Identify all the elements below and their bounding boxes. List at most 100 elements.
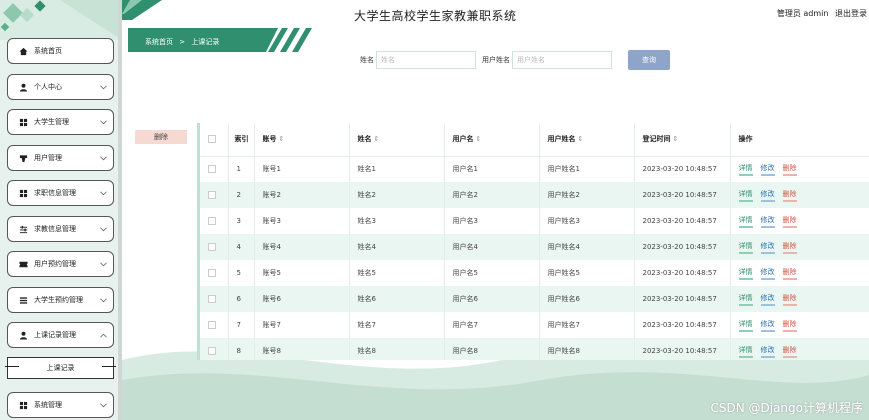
column-header-name[interactable]: 姓名 ⇕ xyxy=(349,123,445,157)
cell-account: 账号2 xyxy=(254,182,350,208)
row-checkbox[interactable] xyxy=(208,191,216,199)
edit-button[interactable]: 修改 xyxy=(760,345,775,358)
delete-button[interactable]: 删除 xyxy=(782,293,797,306)
list-icon xyxy=(18,295,28,305)
person-icon xyxy=(18,330,28,340)
chevron-down-icon xyxy=(99,118,107,126)
row-select-cell[interactable] xyxy=(200,234,229,260)
home-icon xyxy=(18,46,28,56)
detail-button[interactable]: 详情 xyxy=(738,293,753,306)
grid-icon xyxy=(18,117,28,127)
sidebar-item-4[interactable]: 用户管理 xyxy=(7,145,114,171)
row-select-cell[interactable] xyxy=(200,286,229,312)
cell-user-fullname: 用户姓名2 xyxy=(539,182,635,208)
edit-button[interactable]: 修改 xyxy=(760,241,775,254)
edit-button[interactable]: 修改 xyxy=(760,163,775,176)
delete-button[interactable]: 删除 xyxy=(782,215,797,228)
edit-button[interactable]: 修改 xyxy=(760,293,775,306)
sidebar-item-9[interactable]: 上课记录管理 xyxy=(7,322,114,348)
edit-button[interactable]: 修改 xyxy=(760,267,775,280)
detail-button[interactable]: 详情 xyxy=(738,319,753,332)
cell-actions: 详情 修改 删除 xyxy=(730,338,869,360)
delete-button[interactable]: 删除 xyxy=(782,163,797,176)
row-checkbox[interactable] xyxy=(208,165,216,174)
detail-button[interactable]: 详情 xyxy=(738,241,753,254)
delete-button[interactable]: 删除 xyxy=(782,241,797,254)
sidebar-item-6[interactable]: 求教信息管理 xyxy=(7,216,114,242)
sidebar-item-2[interactable]: 个人中心 xyxy=(7,74,114,100)
cell-register-time: 2023-03-20 10:48:57 xyxy=(634,312,731,338)
detail-button[interactable]: 详情 xyxy=(738,345,753,358)
username-input[interactable] xyxy=(512,51,612,69)
username-label: 用户姓名 xyxy=(482,56,510,64)
chevron-up-icon xyxy=(99,331,107,339)
column-header-register-time[interactable]: 登记时间 ⇕ xyxy=(634,123,731,157)
detail-button[interactable]: 详情 xyxy=(738,267,753,280)
cell-index: 4 xyxy=(228,234,255,260)
delete-button[interactable]: 删除 xyxy=(782,345,797,358)
edit-button[interactable]: 修改 xyxy=(760,215,775,228)
sidebar-item-5[interactable]: 求职信息管理 xyxy=(7,180,114,206)
search-button[interactable]: 查询 xyxy=(628,50,670,70)
cell-register-time: 2023-03-20 10:48:57 xyxy=(634,182,731,208)
cell-user-fullname: 用户姓名3 xyxy=(539,208,635,234)
sidebar-item-7[interactable]: 用户预约管理 xyxy=(7,251,114,277)
sort-icon[interactable]: ⇕ xyxy=(578,135,584,143)
sort-icon[interactable]: ⇕ xyxy=(374,135,380,143)
select-all-checkbox[interactable] xyxy=(208,135,216,144)
row-checkbox[interactable] xyxy=(208,295,216,303)
delete-button[interactable]: 删除 xyxy=(782,319,797,332)
column-header-actions: 操作 xyxy=(730,123,869,157)
sliders-icon xyxy=(18,224,28,234)
row-checkbox[interactable] xyxy=(208,243,216,251)
row-select-cell[interactable] xyxy=(200,182,229,208)
row-select-cell[interactable] xyxy=(200,338,229,360)
sidebar-item-1[interactable]: 系统首页 xyxy=(7,38,114,64)
sort-icon[interactable]: ⇕ xyxy=(279,135,285,143)
sidebar-item-10[interactable]: 系统管理 xyxy=(7,392,114,418)
cell-actions: 详情 修改 删除 xyxy=(730,312,869,338)
row-checkbox[interactable] xyxy=(208,347,216,355)
logout-link[interactable]: 退出登录 xyxy=(835,9,867,18)
cell-username: 用户名8 xyxy=(444,338,540,360)
breadcrumb-current: 上课记录 xyxy=(191,38,220,46)
breadcrumb-home[interactable]: 系统首页 xyxy=(145,38,173,46)
sidebar-subitem-class-record[interactable]: 上课记录 xyxy=(5,357,116,379)
cell-actions: 详情 修改 删除 xyxy=(730,260,869,286)
watermark: CSDN @Django计算机程序 xyxy=(710,401,863,415)
detail-button[interactable]: 详情 xyxy=(738,215,753,228)
row-checkbox[interactable] xyxy=(208,321,216,329)
sidebar-item-3[interactable]: 大学生管理 xyxy=(7,109,114,135)
chevron-down-icon xyxy=(99,260,107,268)
detail-button[interactable]: 详情 xyxy=(738,163,753,176)
cell-account: 账号8 xyxy=(254,338,350,360)
cell-name: 姓名3 xyxy=(349,208,445,234)
cell-register-time: 2023-03-20 10:48:57 xyxy=(634,234,731,260)
detail-button[interactable]: 详情 xyxy=(738,189,753,202)
column-header-user-fullname[interactable]: 用户姓名 ⇕ xyxy=(539,123,635,157)
cell-register-time: 2023-03-20 10:48:57 xyxy=(634,260,731,286)
column-header-account[interactable]: 账号 ⇕ xyxy=(254,123,350,157)
batch-delete-button[interactable]: 删除 xyxy=(135,130,187,144)
sidebar-item-8[interactable]: 大学生预约管理 xyxy=(7,287,114,313)
delete-button[interactable]: 删除 xyxy=(782,189,797,202)
delete-button[interactable]: 删除 xyxy=(782,267,797,280)
row-select-cell[interactable] xyxy=(200,156,229,182)
column-header-username[interactable]: 用户名 ⇕ xyxy=(444,123,540,157)
cell-username: 用户名2 xyxy=(444,182,540,208)
sidebar-item-label: 求教信息管理 xyxy=(34,225,76,233)
table-row: 1 账号1 姓名1 用户名1 用户姓名1 2023-03-20 10:48:57 详情 修改删… xyxy=(200,156,869,182)
row-select-cell[interactable] xyxy=(200,260,229,286)
row-select-cell[interactable] xyxy=(200,208,229,234)
name-input[interactable] xyxy=(376,51,476,69)
sort-icon[interactable]: ⇕ xyxy=(476,135,482,143)
select-all-cell[interactable] xyxy=(200,123,229,157)
top-header: 大学生高校学生家教兼职系统 管理员 admin 退出登录 xyxy=(122,0,869,28)
edit-button[interactable]: 修改 xyxy=(760,189,775,202)
row-checkbox[interactable] xyxy=(208,269,216,277)
table-header-row: 索引 账号 ⇕ 姓名 ⇕ 用户名 ⇕ 用户姓名 ⇕ 登记时间 ⇕ 操作 xyxy=(200,123,869,157)
row-select-cell[interactable] xyxy=(200,312,229,338)
row-checkbox[interactable] xyxy=(208,217,216,225)
edit-button[interactable]: 修改 xyxy=(760,319,775,332)
sort-icon[interactable]: ⇕ xyxy=(673,135,679,143)
